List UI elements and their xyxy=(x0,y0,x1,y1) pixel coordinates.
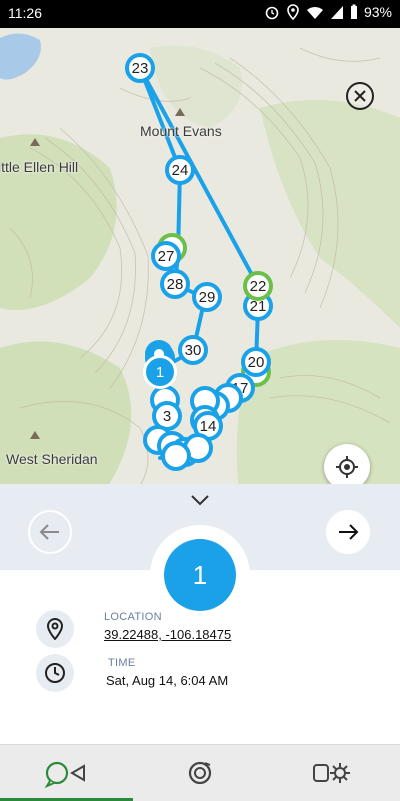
route-marker-24[interactable]: 24 xyxy=(165,155,195,185)
alarm-icon xyxy=(265,6,279,20)
tab-messages[interactable] xyxy=(0,745,133,801)
location-status-icon xyxy=(287,4,299,20)
status-bar: 11:26 93% xyxy=(0,0,400,28)
tab-map[interactable] xyxy=(133,745,266,801)
previous-point-button[interactable] xyxy=(28,510,72,554)
compass-icon xyxy=(188,761,211,785)
tab-settings[interactable] xyxy=(266,745,399,801)
signal-icon xyxy=(330,6,343,19)
device-settings-icon xyxy=(312,763,350,783)
time-value: Sat, Aug 14, 6:04 AM xyxy=(106,673,229,688)
location-pin-icon xyxy=(46,618,64,640)
chevron-down-icon[interactable] xyxy=(190,494,210,506)
current-point-number: 1 xyxy=(164,539,236,611)
location-label: LOCATION xyxy=(104,611,162,623)
peak-marker xyxy=(30,138,40,146)
chat-send-icon xyxy=(44,761,85,788)
time-icon-wrap xyxy=(36,654,74,692)
close-icon xyxy=(354,90,366,102)
status-icons: 93% xyxy=(264,4,392,20)
time-row xyxy=(36,654,74,692)
wifi-icon xyxy=(306,6,323,19)
route-marker-cluster[interactable] xyxy=(161,441,191,471)
current-point-badge: 1 xyxy=(150,525,250,625)
battery-percent: 93% xyxy=(363,4,392,20)
peak-marker xyxy=(175,108,185,116)
bottom-navigation xyxy=(0,744,400,801)
time-label: TIME xyxy=(108,657,136,669)
clock-icon xyxy=(45,663,65,683)
route-marker-1-selected[interactable]: 1 xyxy=(143,355,177,389)
crosshair-icon xyxy=(336,456,358,478)
battery-icon xyxy=(350,4,357,19)
route-marker-28[interactable]: 28 xyxy=(160,269,190,299)
map-label-mount-evans: Mount Evans xyxy=(140,123,222,139)
route-marker-27[interactable]: 27 xyxy=(151,241,181,271)
location-row xyxy=(36,610,74,648)
peak-marker xyxy=(30,431,40,439)
arrow-left-icon xyxy=(39,524,59,540)
route-marker-22[interactable]: 22 xyxy=(243,271,273,301)
status-time: 11:26 xyxy=(8,5,42,21)
route-marker-20[interactable]: 20 xyxy=(241,347,271,377)
map-label-west-sheridan: West Sheridan xyxy=(6,451,98,467)
route-marker-30[interactable]: 30 xyxy=(178,335,208,365)
route-marker-23[interactable]: 23 xyxy=(125,53,155,83)
location-value[interactable]: 39.22488, -106.18475 xyxy=(104,627,231,642)
next-point-button[interactable] xyxy=(326,510,370,554)
map-view[interactable]: Mount Evans ittle Ellen Hill West Sherid… xyxy=(0,28,400,498)
route-marker-29[interactable]: 29 xyxy=(192,282,222,312)
arrow-right-icon xyxy=(339,524,359,540)
close-button[interactable] xyxy=(346,82,374,110)
location-icon-wrap xyxy=(36,610,74,648)
map-label-little-ellen-hill: ittle Ellen Hill xyxy=(0,159,79,175)
